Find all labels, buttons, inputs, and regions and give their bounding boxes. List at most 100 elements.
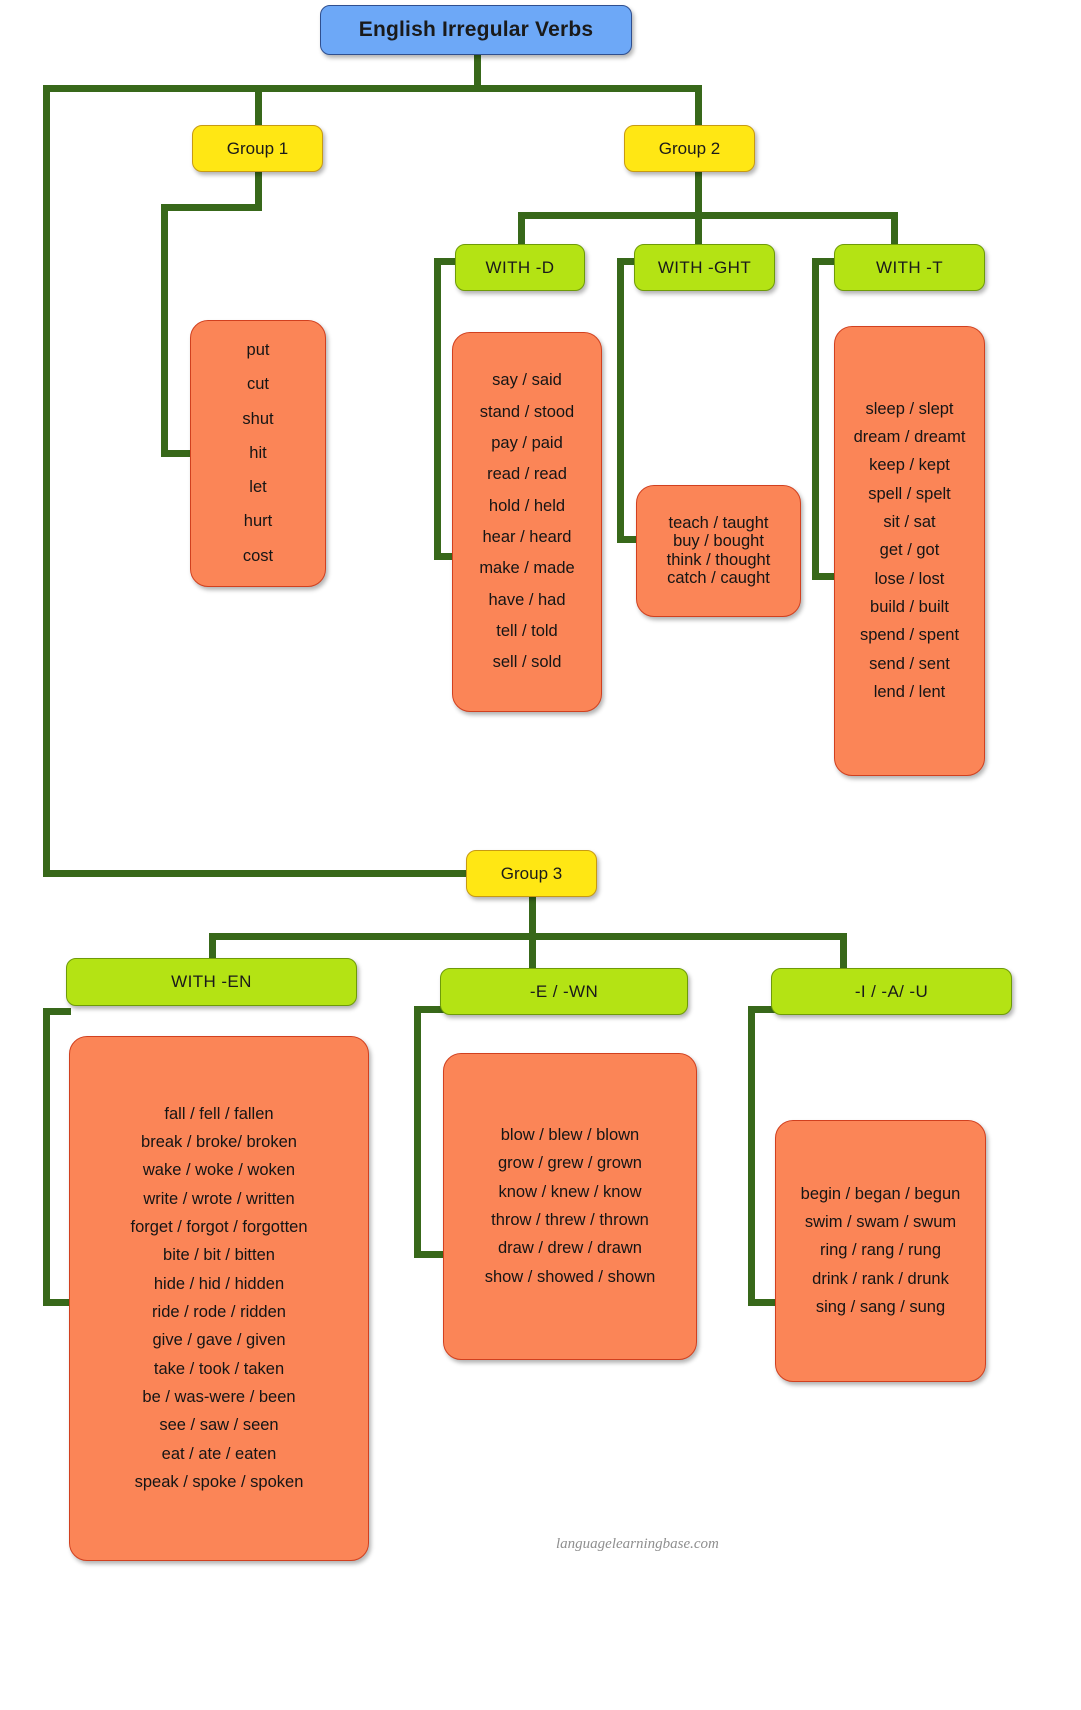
- verb-item: ride / rode / ridden: [152, 1303, 286, 1321]
- connector-g2-to-t: [891, 212, 898, 247]
- connector-g1-side: [161, 204, 168, 457]
- verb-item: lose / lost: [874, 569, 945, 588]
- verb-item: throw / threw / thrown: [491, 1211, 649, 1229]
- verb-item: show / showed / shown: [484, 1267, 656, 1286]
- verb-item: make / made: [479, 559, 575, 578]
- connector-g3-bus: [209, 933, 847, 940]
- verb-item: tell / told: [496, 621, 558, 640]
- verb-item: break / broke/ broken: [141, 1133, 297, 1152]
- verb-card-e-wn[interactable]: blow / blew / blown grow / grew / grown …: [443, 1053, 697, 1360]
- subcategory-node-label: WITH -GHT: [657, 257, 752, 277]
- verb-item: write / wrote / written: [143, 1189, 295, 1208]
- verb-item: dream / dreamt: [853, 428, 966, 447]
- verb-item: put: [246, 340, 270, 359]
- verb-card-group-1[interactable]: put cut shut hit let hurt cost: [190, 320, 326, 587]
- verb-item: eat / ate / eaten: [161, 1444, 277, 1463]
- connector-group2-stem: [695, 85, 702, 125]
- subcategory-node-label: WITH -T: [876, 257, 943, 277]
- subcategory-node-with-en[interactable]: WITH -EN: [66, 958, 357, 1006]
- connector-g3-down: [529, 896, 536, 938]
- subcategory-node-with-d[interactable]: WITH -D: [455, 244, 585, 291]
- connector-t-side: [812, 258, 819, 580]
- diagram-canvas: English Irregular Verbs Group 1 put cut …: [0, 0, 1081, 1710]
- verb-item: hear / heard: [482, 528, 572, 546]
- connector-en-side: [43, 1008, 50, 1306]
- verb-card-i-a-u[interactable]: begin / began / begun swim / swam / swum…: [775, 1120, 986, 1382]
- subcategory-node-i-a-u[interactable]: -I / -A/ -U: [771, 968, 1012, 1015]
- verb-item: get / got: [879, 541, 940, 560]
- verb-item: know / knew / know: [498, 1182, 642, 1201]
- verb-item: fall / fell / fallen: [164, 1104, 274, 1123]
- verb-item: see / saw / seen: [159, 1416, 279, 1435]
- verb-item: sing / sang / sung: [815, 1297, 946, 1316]
- verb-item: hide / hid / hidden: [153, 1274, 285, 1293]
- verb-card-with-d[interactable]: say / said stand / stood pay / paid read…: [452, 332, 602, 712]
- connector-ght-side: [617, 258, 624, 543]
- verb-item: read / read: [487, 465, 567, 484]
- verb-item: speak / spoke / spoken: [134, 1472, 304, 1491]
- verb-item: buy / bought: [673, 532, 764, 551]
- connector-g1-down: [255, 172, 262, 207]
- verb-item: cut: [246, 375, 269, 394]
- connector-root-bus: [43, 85, 702, 92]
- verb-item: pay / paid: [491, 434, 563, 453]
- connector-g1-left: [161, 204, 262, 211]
- subcategory-node-e-wn[interactable]: -E / -WN: [440, 968, 688, 1015]
- connector-ewn-side: [414, 1006, 421, 1258]
- verb-item: cost: [242, 546, 274, 565]
- verb-item: wake / woke / woken: [142, 1161, 296, 1180]
- verb-item: forget / forgot / forgotten: [130, 1218, 308, 1237]
- connector-g2-down: [695, 172, 702, 216]
- group-node-group-3[interactable]: Group 3: [466, 850, 597, 897]
- connector-g3-to-iau: [840, 933, 847, 968]
- verb-item: swim / swam / swum: [804, 1213, 957, 1232]
- verb-item: give / gave / given: [152, 1331, 286, 1350]
- connector-g2-to-ght: [695, 212, 702, 247]
- connector-g3-to-en: [209, 933, 216, 961]
- footer-watermark: languagelearningbase.com: [556, 1536, 719, 1552]
- verb-item: let: [249, 478, 267, 497]
- verb-item: hurt: [243, 512, 273, 531]
- verb-card-with-t[interactable]: sleep / slept dream / dreamt keep / kept…: [834, 326, 985, 776]
- group-node-label: Group 3: [500, 863, 563, 883]
- root-node-label: English Irregular Verbs: [358, 18, 594, 41]
- verb-item: bite / bit / bitten: [163, 1246, 275, 1265]
- verb-item: grow / grew / grown: [498, 1154, 642, 1173]
- subcategory-node-label: WITH -EN: [171, 972, 252, 991]
- verb-item: drink / rank / drunk: [812, 1269, 949, 1288]
- connector-g3-to-ewn: [529, 933, 536, 968]
- group-node-label: Group 2: [658, 138, 721, 158]
- subcategory-node-label: -E / -WN: [529, 981, 599, 1001]
- verb-item: sleep / slept: [865, 399, 954, 418]
- subcategory-node-with-t[interactable]: WITH -T: [834, 244, 985, 291]
- connector-iau-side: [748, 1006, 755, 1306]
- verb-item: think / thought: [666, 550, 771, 569]
- verb-item: sell / sold: [492, 653, 562, 672]
- verb-item: draw / drew / drawn: [498, 1239, 642, 1258]
- connector-d-side: [434, 258, 441, 560]
- root-node-english-irregular-verbs[interactable]: English Irregular Verbs: [320, 5, 632, 55]
- verb-item: begin / began / begun: [800, 1184, 961, 1203]
- connector-en-top: [43, 1008, 71, 1015]
- group-node-group-2[interactable]: Group 2: [624, 125, 755, 172]
- verb-item: be / was-were / been: [142, 1387, 296, 1406]
- group-node-group-1[interactable]: Group 1: [192, 125, 323, 172]
- group-node-label: Group 1: [226, 138, 289, 158]
- verb-item: sit / sat: [883, 513, 936, 532]
- subcategory-node-label: WITH -D: [485, 257, 555, 277]
- subcategory-node-label: -I / -A/ -U: [854, 981, 929, 1001]
- verb-item: catch / caught: [667, 568, 770, 587]
- connector-left-spine: [43, 85, 50, 877]
- verb-item: keep / kept: [869, 456, 950, 475]
- verb-item: lend / lent: [873, 682, 946, 701]
- connector-g2-bus: [518, 212, 898, 219]
- verb-item: build / built: [870, 597, 949, 616]
- verb-item: blow / blew / blown: [500, 1126, 640, 1145]
- verb-item: take / took / taken: [153, 1359, 285, 1378]
- verb-item: say / said: [492, 371, 562, 390]
- verb-item: spell / spelt: [868, 484, 951, 503]
- verb-card-with-en[interactable]: fall / fell / fallen break / broke/ brok…: [69, 1036, 369, 1561]
- subcategory-node-with-ght[interactable]: WITH -GHT: [634, 244, 775, 291]
- verb-item: hold / held: [488, 496, 566, 515]
- verb-card-with-ght[interactable]: teach / taught buy / bought think / thou…: [636, 485, 801, 617]
